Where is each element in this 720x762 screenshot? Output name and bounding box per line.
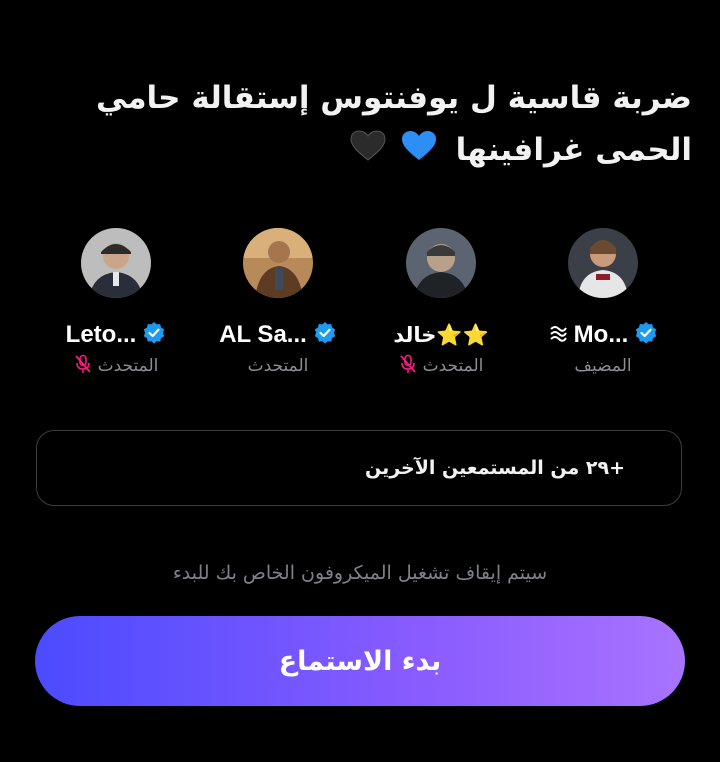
title-emoji-group: [346, 125, 437, 179]
verified-badge-icon: [634, 321, 658, 349]
speaker-name: AL Sa...: [219, 321, 307, 348]
start-listening-label: بدء الاستماع: [278, 645, 442, 677]
avatar[interactable]: [81, 228, 151, 298]
avatar[interactable]: [406, 228, 476, 298]
speaker-name-row: خالد⭐⭐: [356, 318, 526, 352]
speaker-host[interactable]: Mo... المضيف: [518, 228, 688, 378]
speaker-role: المتحدث: [422, 356, 484, 376]
speaker-khalid[interactable]: خالد⭐⭐ المتحدث: [356, 228, 526, 378]
listeners-button[interactable]: +٢٩ من المستمعين الآخرين: [36, 430, 682, 506]
space-title: ضربة قاسية ل يوفنتوس إستقالة حامي الحمى …: [22, 72, 692, 178]
verified-badge-icon: [313, 321, 337, 349]
speaker-role: المتحدث: [247, 356, 309, 376]
speaker-role-row: المضيف: [518, 354, 688, 378]
blue-heart-icon: [401, 126, 437, 178]
speaker-name: Mo...: [573, 321, 629, 348]
speakers-list: Mo... المضيف خالد⭐⭐ المتحدث AL Sa... الم…: [0, 228, 720, 388]
speaker-name: Leto...: [65, 321, 137, 348]
speaker-role-row: المتحدث: [356, 354, 526, 378]
speaker-role-row: المتحدث: [31, 354, 201, 378]
speaker-leto[interactable]: Leto... المتحدث: [31, 228, 201, 378]
speaker-al-sa[interactable]: AL Sa... المتحدث: [193, 228, 363, 378]
speaker-role: المتحدث: [97, 356, 159, 376]
speaker-role-row: المتحدث: [193, 354, 363, 378]
wavy-lines-icon: [548, 323, 568, 347]
mic-muted-icon: [74, 354, 92, 378]
speaker-name-row: AL Sa...: [193, 318, 363, 352]
speaker-name-row: Mo...: [518, 318, 688, 352]
verified-badge-icon: [142, 321, 166, 349]
start-listening-button[interactable]: بدء الاستماع: [35, 616, 685, 706]
mic-off-notice: سيتم إيقاف تشغيل الميكروفون الخاص بك للب…: [172, 562, 548, 584]
speaker-name-row: Leto...: [31, 318, 201, 352]
avatar[interactable]: [568, 228, 638, 298]
speaker-name: خالد⭐⭐: [393, 322, 489, 347]
speaker-role: المضيف: [574, 356, 632, 376]
black-heart-icon: [350, 126, 386, 178]
avatar[interactable]: [243, 228, 313, 298]
listeners-count-label: +٢٩ من المستمعين الآخرين: [364, 457, 625, 479]
mic-muted-icon: [399, 354, 417, 378]
